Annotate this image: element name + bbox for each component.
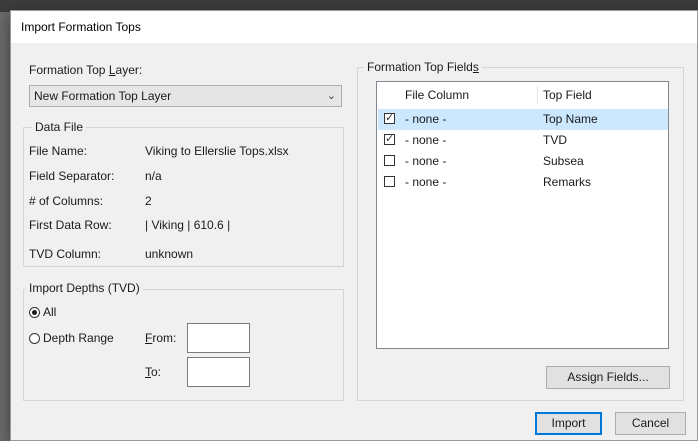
top-field-cell: Subsea	[543, 154, 584, 168]
field-row[interactable]: ✓ - none - Top Name	[378, 109, 668, 130]
field-checkbox[interactable]	[384, 176, 395, 187]
all-radio[interactable]	[29, 307, 40, 318]
layer-label-rest: ayer:	[115, 63, 143, 77]
to-label: To:	[145, 365, 161, 379]
layer-label-accel: L	[108, 63, 116, 77]
to-depth-input[interactable]	[187, 357, 250, 387]
file-name-value: Viking to Ellerslie Tops.xlsx	[145, 144, 289, 158]
depth-range-label[interactable]: Depth Range	[43, 331, 114, 345]
tvd-column-value: unknown	[145, 247, 194, 261]
from-depth-input[interactable]	[187, 323, 250, 353]
fields-legend-accel: s	[472, 60, 479, 74]
layer-label: Formation Top Layer:	[29, 63, 142, 77]
title-bar: Import Formation Tops	[11, 11, 697, 43]
file-column-cell: - none -	[405, 112, 447, 126]
field-row[interactable]: - none - Subsea	[378, 151, 668, 172]
column-divider[interactable]	[537, 86, 538, 104]
from-label-rest: rom:	[152, 331, 177, 345]
import-depths-legend: Import Depths (TVD)	[26, 281, 143, 295]
checkmark-icon: ✓	[385, 133, 395, 145]
file-column-cell: - none -	[405, 154, 447, 168]
top-field-cell: Top Name	[543, 112, 598, 126]
file-name-label: File Name:	[29, 144, 88, 158]
cancel-button[interactable]: Cancel	[615, 412, 686, 435]
file-column-cell: - none -	[405, 175, 447, 189]
data-file-legend: Data File	[32, 120, 87, 134]
fields-legend: Formation Top Fields	[364, 60, 482, 74]
top-field-cell: TVD	[543, 133, 567, 147]
assign-fields-button[interactable]: Assign Fields...	[546, 366, 670, 389]
field-separator-label: Field Separator:	[29, 169, 115, 183]
column-header-file-column[interactable]: File Column	[405, 82, 469, 108]
fields-legend-text: Formation Top Field	[367, 60, 473, 74]
from-label: From:	[145, 331, 176, 345]
import-depths-group	[23, 289, 344, 401]
import-formation-tops-dialog: Import Formation Tops Formation Top Laye…	[10, 10, 698, 441]
first-data-row-label: First Data Row:	[29, 218, 112, 232]
field-checkbox[interactable]: ✓	[384, 112, 395, 124]
columns-count-label: # of Columns:	[29, 194, 104, 208]
top-field-cell: Remarks	[543, 175, 592, 189]
depth-range-radio[interactable]	[29, 333, 40, 344]
field-row[interactable]: ✓ - none - TVD	[378, 130, 668, 151]
checkmark-icon: ✓	[385, 112, 395, 124]
tvd-column-label: TVD Column:	[29, 247, 102, 261]
import-button[interactable]: Import	[535, 412, 602, 435]
layer-label-text: Formation Top	[29, 63, 109, 77]
column-header-top-field[interactable]: Top Field	[543, 82, 592, 108]
file-column-cell: - none -	[405, 133, 447, 147]
window-title: Import Formation Tops	[21, 20, 141, 34]
field-checkbox[interactable]: ✓	[384, 133, 395, 145]
columns-count-value: 2	[145, 194, 152, 208]
chevron-down-icon: ⌄	[326, 90, 336, 102]
field-separator-value: n/a	[145, 169, 162, 183]
all-radio-label[interactable]: All	[43, 305, 56, 319]
first-data-row-value: | Viking | 610.6 |	[145, 218, 231, 232]
radio-selected-dot	[32, 310, 37, 315]
layer-select-value: New Formation Top Layer	[34, 89, 172, 103]
field-row[interactable]: - none - Remarks	[378, 172, 668, 193]
fields-list[interactable]: File Column Top Field ✓ - none - Top Nam…	[376, 81, 669, 349]
layer-select[interactable]: New Formation Top Layer ⌄	[29, 85, 342, 107]
field-checkbox[interactable]	[384, 155, 395, 166]
to-label-rest: o:	[151, 365, 162, 379]
